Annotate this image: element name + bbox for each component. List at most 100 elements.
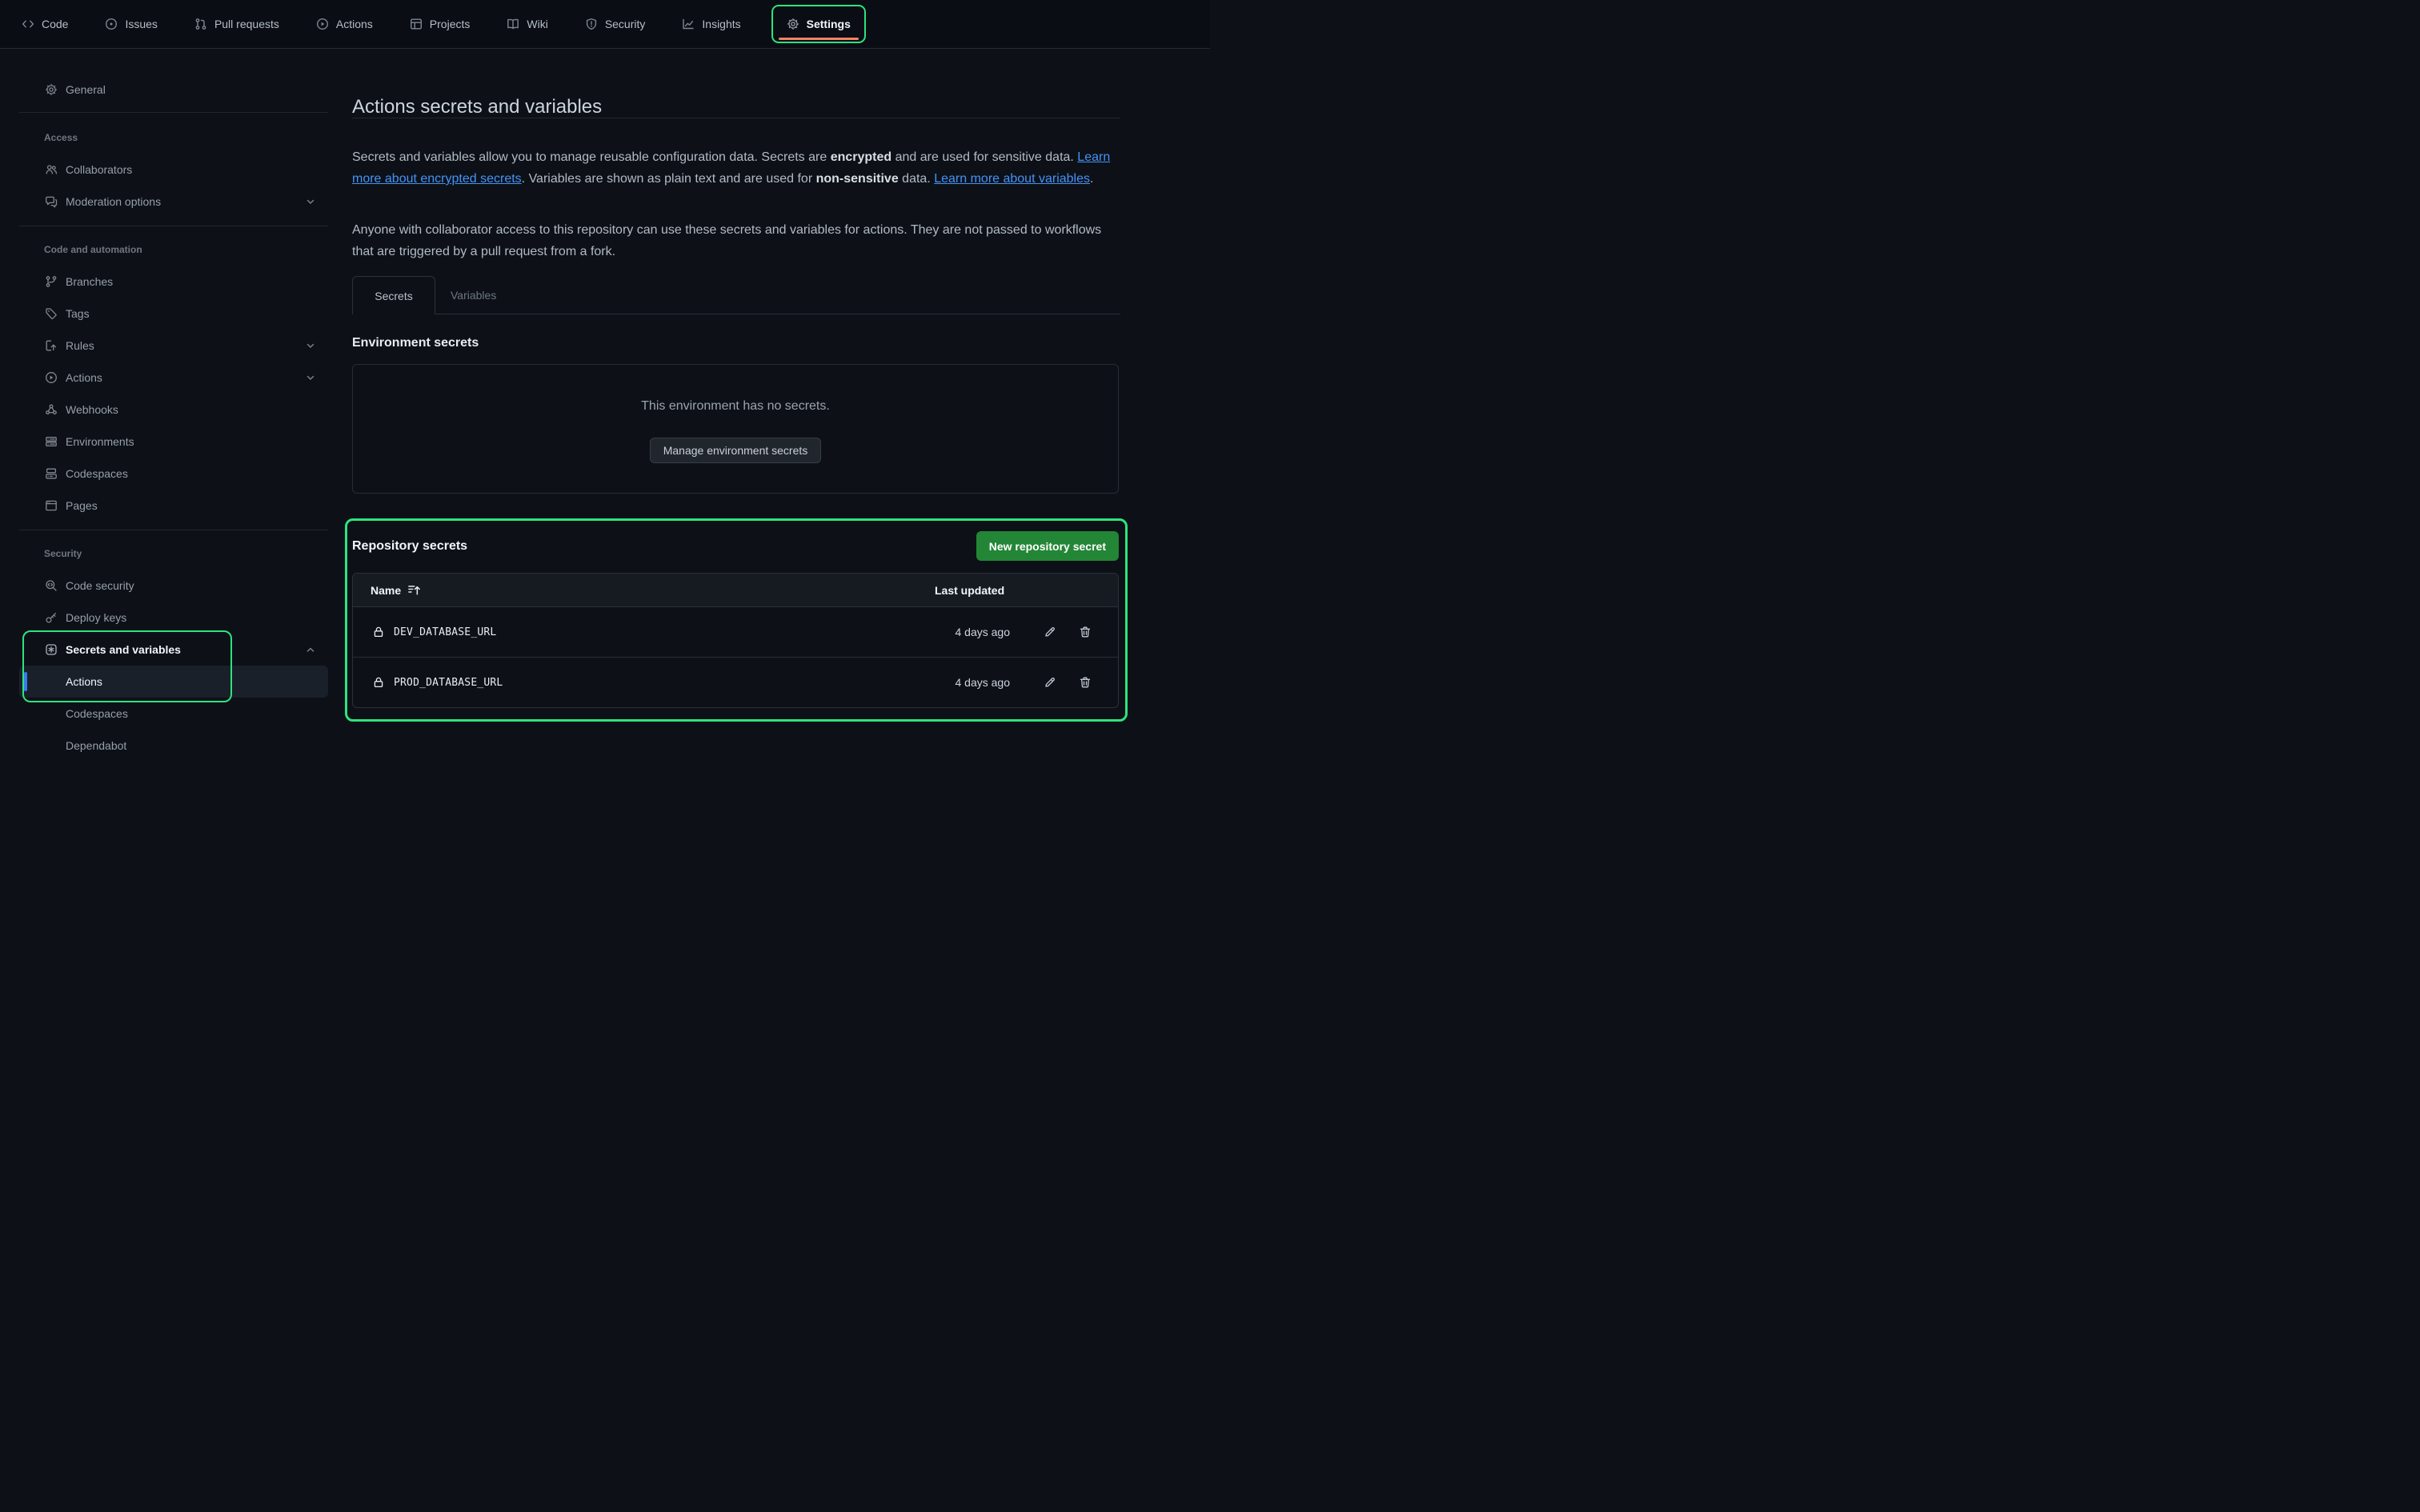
sidebar-subitem-codespaces[interactable]: Codespaces	[19, 698, 328, 730]
secret-name: PROD_DATABASE_URL	[394, 677, 503, 689]
description-bold: encrypted	[831, 150, 891, 164]
sidebar-item-label: Rules	[66, 339, 94, 352]
sidebar-item-rules[interactable]: Rules	[19, 330, 328, 362]
description-text: data.	[899, 172, 934, 186]
manage-environment-secrets-button[interactable]: Manage environment secrets	[650, 438, 822, 463]
sidebar-item-label: Moderation options	[66, 195, 161, 208]
chevron-up-icon	[304, 643, 317, 656]
sidebar-item-tags[interactable]: Tags	[19, 298, 328, 330]
environment-secrets-heading: Environment secrets	[352, 334, 479, 353]
nav-tab-security[interactable]: Security	[579, 13, 652, 35]
nav-tab-issues[interactable]: Issues	[98, 13, 163, 35]
sidebar-item-actions[interactable]: Actions	[19, 362, 328, 394]
sidebar-item-label: Actions	[66, 371, 102, 384]
description-paragraph: Secrets and variables allow you to manag…	[352, 146, 1111, 190]
repo-nav: Code Issues Pull requests Actions Projec…	[0, 0, 1210, 49]
sidebar-item-webhooks[interactable]: Webhooks	[19, 394, 328, 426]
nav-tab-label: Settings	[807, 18, 851, 30]
rules-icon	[45, 339, 58, 352]
issue-opened-icon	[105, 18, 118, 30]
edit-pencil-icon[interactable]	[1044, 676, 1056, 689]
sidebar-item-secrets-and-variables[interactable]: Secrets and variables	[19, 634, 328, 666]
comment-discussion-icon	[45, 195, 58, 208]
repository-settings-page: Code Issues Pull requests Actions Projec…	[0, 0, 1210, 756]
sidebar-section-access: Access	[44, 128, 78, 147]
book-icon	[507, 18, 519, 30]
sidebar-item-deploy-keys[interactable]: Deploy keys	[19, 602, 328, 634]
secret-name: DEV_DATABASE_URL	[394, 626, 496, 638]
sidebar-item-label: Codespaces	[66, 707, 128, 720]
sidebar-item-branches[interactable]: Branches	[19, 266, 328, 298]
description-text: and are used for sensitive data.	[891, 150, 1077, 164]
edit-pencil-icon[interactable]	[1044, 626, 1056, 638]
trash-icon[interactable]	[1079, 676, 1092, 689]
play-icon	[45, 371, 58, 384]
nav-tab-insights[interactable]: Insights	[675, 13, 747, 35]
webhook-icon	[45, 403, 58, 416]
table-icon	[410, 18, 423, 30]
description-text: Secrets and variables allow you to manag…	[352, 150, 831, 164]
sidebar-item-label: Codespaces	[66, 467, 128, 480]
active-tab-underline	[779, 38, 859, 40]
chevron-down-icon	[304, 371, 317, 384]
secret-last-updated: 4 days ago	[956, 626, 1011, 638]
table-row: DEV_DATABASE_URL 4 days ago	[353, 607, 1118, 657]
gear-icon	[787, 18, 799, 30]
sidebar-item-label: Pages	[66, 499, 98, 512]
sidebar-item-label: Collaborators	[66, 163, 132, 176]
sidebar-item-label: Branches	[66, 275, 113, 288]
sidebar-section-code-and-automation: Code and automation	[44, 240, 142, 259]
sidebar-item-label: Dependabot	[66, 739, 126, 752]
code-scan-icon	[45, 579, 58, 592]
nav-tab-code[interactable]: Code	[15, 13, 74, 35]
collaborator-access-paragraph: Anyone with collaborator access to this …	[352, 219, 1111, 262]
nav-tab-settings[interactable]: Settings	[771, 5, 866, 43]
play-icon	[316, 18, 329, 30]
column-header-last-updated: Last updated	[935, 584, 1004, 597]
nav-tab-label: Pull requests	[214, 18, 279, 30]
column-header-label: Name	[371, 584, 401, 597]
link-variables[interactable]: Learn more about variables	[934, 172, 1090, 186]
sidebar-item-collaborators[interactable]: Collaborators	[19, 154, 328, 186]
sidebar-item-label: General	[66, 83, 106, 96]
trash-icon[interactable]	[1079, 626, 1092, 638]
shield-icon	[585, 18, 598, 30]
sidebar-item-moderation-options[interactable]: Moderation options	[19, 186, 328, 218]
codespaces-icon	[45, 467, 58, 480]
environment-secrets-box: This environment has no secrets. Manage …	[352, 364, 1119, 494]
lock-icon	[372, 626, 385, 638]
secrets-variables-tabs: Secrets Variables	[352, 276, 1120, 314]
nav-tab-label: Insights	[702, 18, 740, 30]
sidebar-item-environments[interactable]: Environments	[19, 426, 328, 458]
tag-icon	[45, 307, 58, 320]
nav-tab-pull-requests[interactable]: Pull requests	[188, 13, 286, 35]
tab-secrets[interactable]: Secrets	[352, 276, 435, 314]
sidebar-item-code-security[interactable]: Code security	[19, 570, 328, 602]
table-header-row: Name Last updated	[353, 574, 1118, 607]
nav-tab-wiki[interactable]: Wiki	[500, 13, 554, 35]
sidebar-item-label: Code security	[66, 579, 134, 592]
people-icon	[45, 163, 58, 176]
server-icon	[45, 435, 58, 448]
sidebar-section-security: Security	[44, 544, 82, 563]
nav-tab-actions[interactable]: Actions	[310, 13, 379, 35]
sort-ascending-icon[interactable]	[407, 583, 421, 597]
sidebar-item-label: Environments	[66, 435, 134, 448]
nav-tab-projects[interactable]: Projects	[403, 13, 477, 35]
sidebar-item-codespaces[interactable]: Codespaces	[19, 458, 328, 490]
sidebar-item-general[interactable]: General	[19, 74, 328, 106]
repository-secrets-heading: Repository secrets	[352, 538, 467, 554]
key-icon	[45, 611, 58, 624]
sidebar-subitem-dependabot[interactable]: Dependabot	[19, 730, 328, 756]
nav-tab-label: Code	[42, 18, 68, 30]
description-bold: non-sensitive	[816, 172, 899, 186]
nav-tab-label: Projects	[430, 18, 471, 30]
page-title: Actions secrets and variables	[352, 96, 602, 118]
code-icon	[22, 18, 34, 30]
sidebar-item-pages[interactable]: Pages	[19, 490, 328, 522]
sidebar-subitem-actions[interactable]: Actions	[19, 666, 328, 698]
new-repository-secret-button[interactable]: New repository secret	[976, 531, 1119, 561]
settings-sidebar: General Access Collaborators Moderation …	[0, 49, 336, 756]
tab-variables[interactable]: Variables	[438, 276, 509, 314]
lock-icon	[372, 676, 385, 689]
